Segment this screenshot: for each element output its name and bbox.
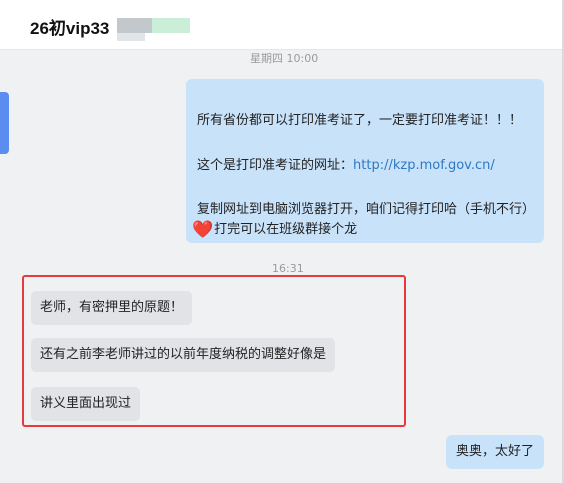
chat-title[interactable]: 26初vip33 <box>30 14 109 39</box>
message-text: 复制网址到电脑浏览器打开，咱们记得打印哈（手机不行） <box>197 202 536 217</box>
message-text-with-link: 这个是打印准考证的网址：http://kzp.mof.gov.cn/ <box>197 154 495 173</box>
message-text: 打完可以在班级群接个龙 <box>214 222 358 237</box>
outgoing-message-announcement[interactable]: 所有省份都可以打印准考证了，一定要打印准考证！！！ 这个是打印准考证的网址：ht… <box>186 79 544 243</box>
message-timestamp: 星期四 10:00 <box>250 52 319 65</box>
heart-icon: ❤️ <box>192 220 214 240</box>
message-timestamp: 16:31 <box>272 262 304 275</box>
message-text-with-emoji: ❤️打完可以在班级群接个龙 <box>192 218 357 240</box>
sidebar-scroll-indicator[interactable] <box>0 92 9 154</box>
message-text: 这个是打印准考证的网址： <box>197 158 354 173</box>
redacted-title-block <box>117 33 145 41</box>
message-text: 所有省份都可以打印准考证了，一定要打印准考证！！！ <box>197 113 523 128</box>
highlight-annotation-box <box>22 275 406 427</box>
outgoing-message-reply[interactable]: 奥奥，太好了 <box>446 435 544 469</box>
url-link[interactable]: http://kzp.mof.gov.cn/ <box>353 158 495 173</box>
redacted-title-block <box>152 18 190 33</box>
chat-header: 26初vip33 <box>0 0 564 50</box>
redacted-title-block <box>117 18 152 33</box>
